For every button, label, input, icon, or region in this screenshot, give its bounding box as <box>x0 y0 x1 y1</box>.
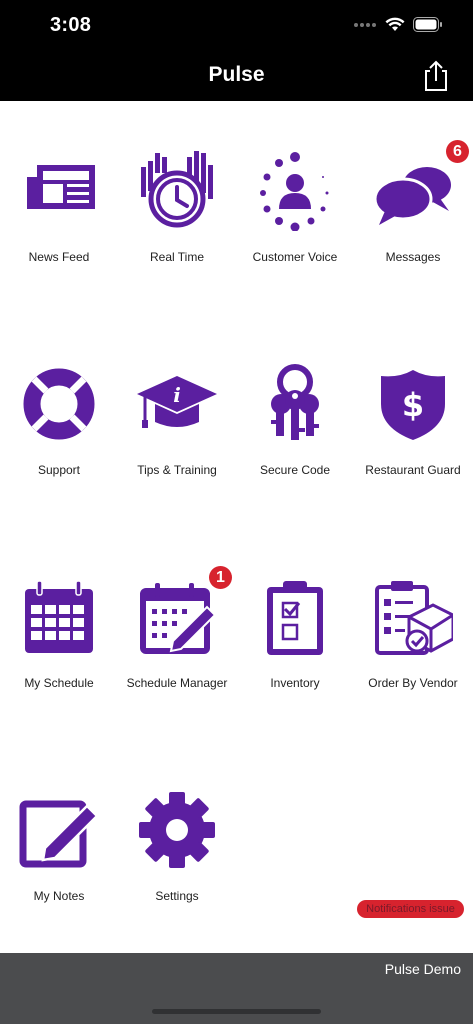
keys-icon <box>271 364 319 440</box>
app-grid: News Feed Real Time Customer Voice 6 Mes… <box>0 101 473 953</box>
tile-secure-code[interactable]: Secure Code <box>236 314 354 527</box>
graduation-cap-icon: i <box>137 376 217 428</box>
tile-label: Order By Vendor <box>368 676 458 690</box>
nav-bar: Pulse <box>0 50 473 101</box>
status-icons <box>353 17 443 32</box>
customer-voice-icon <box>260 152 329 231</box>
notifications-issue-badge[interactable]: Notifications issue <box>357 900 464 918</box>
tile-label: News Feed <box>28 250 90 264</box>
shield-dollar-icon: $ <box>381 370 445 440</box>
lifebuoy-icon <box>23 368 95 440</box>
tile-label: My Schedule <box>24 676 94 690</box>
tile-label: Secure Code <box>259 463 331 477</box>
tile-label: My Notes <box>33 889 85 903</box>
svg-text:$: $ <box>402 386 424 424</box>
tile-my-notes[interactable]: My Notes <box>0 740 118 953</box>
status-bar: 3:08 <box>0 0 473 50</box>
tile-inventory[interactable]: Inventory <box>236 527 354 740</box>
gear-icon <box>139 792 215 868</box>
tile-messages[interactable]: 6 Messages <box>354 101 472 314</box>
tile-order-by-vendor[interactable]: Order By Vendor <box>354 527 472 740</box>
tile-label: Schedule Manager <box>126 676 228 690</box>
tile-label: Inventory <box>270 676 320 690</box>
chat-bubbles-icon <box>373 167 451 225</box>
tile-label: Customer Voice <box>252 250 338 264</box>
messages-badge: 6 <box>446 140 469 163</box>
calendar-icon <box>25 580 93 653</box>
tile-schedule-manager[interactable]: 1 Schedule Manager <box>118 527 236 740</box>
tile-label: Support <box>37 463 81 477</box>
clipboard-checklist-icon <box>267 581 323 655</box>
tile-my-schedule[interactable]: My Schedule <box>0 527 118 740</box>
signal-dots-icon <box>354 22 376 27</box>
tile-customer-voice[interactable]: Customer Voice <box>236 101 354 314</box>
clock-chart-icon <box>141 151 213 228</box>
tile-restaurant-guard[interactable]: $ Restaurant Guard <box>354 314 472 527</box>
share-icon[interactable] <box>421 60 451 92</box>
newspaper-icon <box>27 165 95 209</box>
tile-tips-training[interactable]: i Tips & Training <box>118 314 236 527</box>
tile-label: Messages <box>385 250 441 264</box>
schedule-manager-badge: 1 <box>209 566 232 589</box>
page-title: Pulse <box>208 63 265 86</box>
vendor-order-icon <box>375 581 453 655</box>
tile-label: Real Time <box>149 250 205 264</box>
tile-label: Tips & Training <box>137 463 217 477</box>
tile-support[interactable]: Support <box>0 314 118 527</box>
footer-label: Pulse Demo <box>384 961 461 977</box>
tile-real-time[interactable]: Real Time <box>118 101 236 314</box>
tile-label: Restaurant Guard <box>365 463 461 477</box>
calendar-edit-icon <box>140 583 217 654</box>
tile-news-feed[interactable]: News Feed <box>0 101 118 314</box>
wifi-icon <box>385 17 405 31</box>
status-time: 3:08 <box>50 14 92 36</box>
tile-label: Settings <box>155 889 199 903</box>
notes-edit-icon <box>19 800 99 868</box>
battery-icon <box>413 17 442 32</box>
svg-text:i: i <box>173 383 181 407</box>
home-indicator[interactable] <box>152 1009 321 1014</box>
tile-settings[interactable]: Settings <box>118 740 236 953</box>
